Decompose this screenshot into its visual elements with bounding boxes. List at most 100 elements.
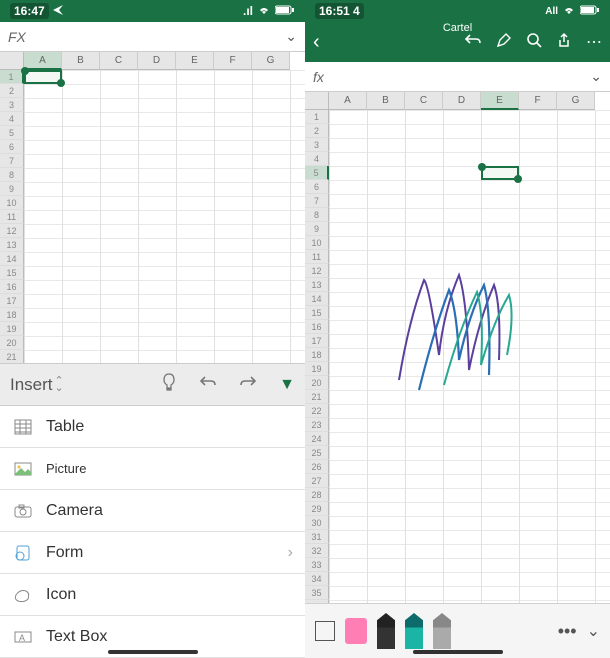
column-header[interactable]: A <box>329 92 367 110</box>
row-header[interactable]: 31 <box>305 530 329 544</box>
column-header[interactable]: G <box>252 52 290 70</box>
menu-table[interactable]: Table <box>0 406 305 448</box>
insert-title[interactable]: Insert <box>10 375 53 395</box>
row-header[interactable]: 15 <box>305 306 329 320</box>
row-header[interactable]: 17 <box>305 334 329 348</box>
pen-gray[interactable] <box>433 613 451 649</box>
collapse-icon[interactable]: ⌄ <box>587 621 600 641</box>
row-header[interactable]: 11 <box>0 210 24 224</box>
row-header[interactable]: 14 <box>0 252 24 266</box>
column-header[interactable]: C <box>405 92 443 110</box>
row-header[interactable]: 3 <box>0 98 24 112</box>
row-header[interactable]: 21 <box>305 390 329 404</box>
row-header[interactable]: 16 <box>305 320 329 334</box>
row-header[interactable]: 28 <box>305 488 329 502</box>
back-button[interactable]: ‹ <box>313 31 320 54</box>
column-header[interactable]: C <box>100 52 138 70</box>
row-header[interactable]: 6 <box>305 180 329 194</box>
row-header[interactable]: 10 <box>305 236 329 250</box>
more-tools-icon[interactable]: ••• <box>558 621 577 642</box>
row-header[interactable]: 18 <box>305 348 329 362</box>
row-header[interactable]: 3 <box>305 138 329 152</box>
row-header[interactable]: 2 <box>305 124 329 138</box>
row-header[interactable]: 17 <box>0 294 24 308</box>
row-header[interactable]: 33 <box>305 558 329 572</box>
chevron-down-icon[interactable]: ⌄ <box>590 68 602 85</box>
row-header[interactable]: 8 <box>0 168 24 182</box>
row-header[interactable]: 34 <box>305 572 329 586</box>
selection-handle[interactable] <box>478 163 486 171</box>
selection-handle[interactable] <box>57 79 65 87</box>
row-header[interactable]: 9 <box>305 222 329 236</box>
row-header[interactable]: 14 <box>305 292 329 306</box>
row-header[interactable]: 35 <box>305 586 329 600</box>
menu-picture[interactable]: Picture <box>0 448 305 490</box>
row-header[interactable]: 10 <box>0 196 24 210</box>
column-header[interactable]: B <box>62 52 100 70</box>
row-header[interactable]: 12 <box>305 264 329 278</box>
row-header[interactable]: 16 <box>0 280 24 294</box>
row-header[interactable]: 1 <box>305 110 329 124</box>
row-header[interactable]: 27 <box>305 474 329 488</box>
undo-icon[interactable] <box>199 374 217 395</box>
draw-icon[interactable] <box>496 32 512 53</box>
pen-teal[interactable]: ⌃ <box>405 613 423 649</box>
row-header[interactable]: 2 <box>0 84 24 98</box>
row-header[interactable]: 5 <box>0 126 24 140</box>
row-header[interactable]: 22 <box>305 404 329 418</box>
row-header[interactable]: 30 <box>305 516 329 530</box>
column-header[interactable]: D <box>138 52 176 70</box>
redo-icon[interactable] <box>239 374 257 395</box>
row-header[interactable]: 21 <box>0 350 24 363</box>
row-header[interactable]: 7 <box>305 194 329 208</box>
row-header[interactable]: 11 <box>305 250 329 264</box>
column-header[interactable]: F <box>214 52 252 70</box>
column-header[interactable]: E <box>481 92 519 110</box>
row-header[interactable]: 20 <box>305 376 329 390</box>
column-header[interactable]: D <box>443 92 481 110</box>
row-header[interactable]: 29 <box>305 502 329 516</box>
row-header[interactable]: 8 <box>305 208 329 222</box>
row-header[interactable]: 32 <box>305 544 329 558</box>
column-header[interactable]: A <box>24 52 62 70</box>
cell-selection[interactable] <box>24 70 62 84</box>
row-header[interactable]: 24 <box>305 432 329 446</box>
row-header[interactable]: 7 <box>0 154 24 168</box>
row-header[interactable]: 5 <box>305 166 329 180</box>
spreadsheet[interactable]: A B C D E F G 12345678910111213141516171… <box>0 52 305 363</box>
home-indicator[interactable] <box>413 650 503 654</box>
row-header[interactable]: 13 <box>305 278 329 292</box>
row-header[interactable]: 19 <box>0 322 24 336</box>
row-header[interactable]: 23 <box>305 418 329 432</box>
select-all-corner[interactable] <box>0 52 24 70</box>
share-icon[interactable] <box>556 32 572 53</box>
formula-bar[interactable]: FX ⌄ <box>0 22 305 52</box>
chevron-down-icon[interactable]: ⌄ <box>285 28 297 45</box>
column-header[interactable]: B <box>367 92 405 110</box>
row-header[interactable]: 18 <box>0 308 24 322</box>
row-header[interactable]: 4 <box>0 112 24 126</box>
row-header[interactable]: 4 <box>305 152 329 166</box>
menu-camera[interactable]: Camera <box>0 490 305 532</box>
row-header[interactable]: 6 <box>0 140 24 154</box>
home-indicator[interactable] <box>108 650 198 654</box>
formula-bar[interactable]: fx ⌄ <box>305 62 610 92</box>
row-header[interactable]: 26 <box>305 460 329 474</box>
column-header[interactable]: F <box>519 92 557 110</box>
row-header[interactable]: 20 <box>0 336 24 350</box>
selection-handle[interactable] <box>21 67 29 75</box>
row-header[interactable]: 15 <box>0 266 24 280</box>
row-header[interactable]: 9 <box>0 182 24 196</box>
lightbulb-icon[interactable] <box>161 373 177 396</box>
more-icon[interactable]: ⋯ <box>586 32 602 52</box>
column-header[interactable]: E <box>176 52 214 70</box>
row-header[interactable]: 13 <box>0 238 24 252</box>
menu-form[interactable]: Form › <box>0 532 305 574</box>
menu-icon[interactable]: Icon <box>0 574 305 616</box>
updown-icon[interactable]: ⌃⌄ <box>55 378 64 392</box>
column-header[interactable]: G <box>557 92 595 110</box>
row-header[interactable]: 25 <box>305 446 329 460</box>
select-all-corner[interactable] <box>305 92 329 110</box>
row-header[interactable]: 19 <box>305 362 329 376</box>
crop-tool[interactable] <box>315 621 335 641</box>
